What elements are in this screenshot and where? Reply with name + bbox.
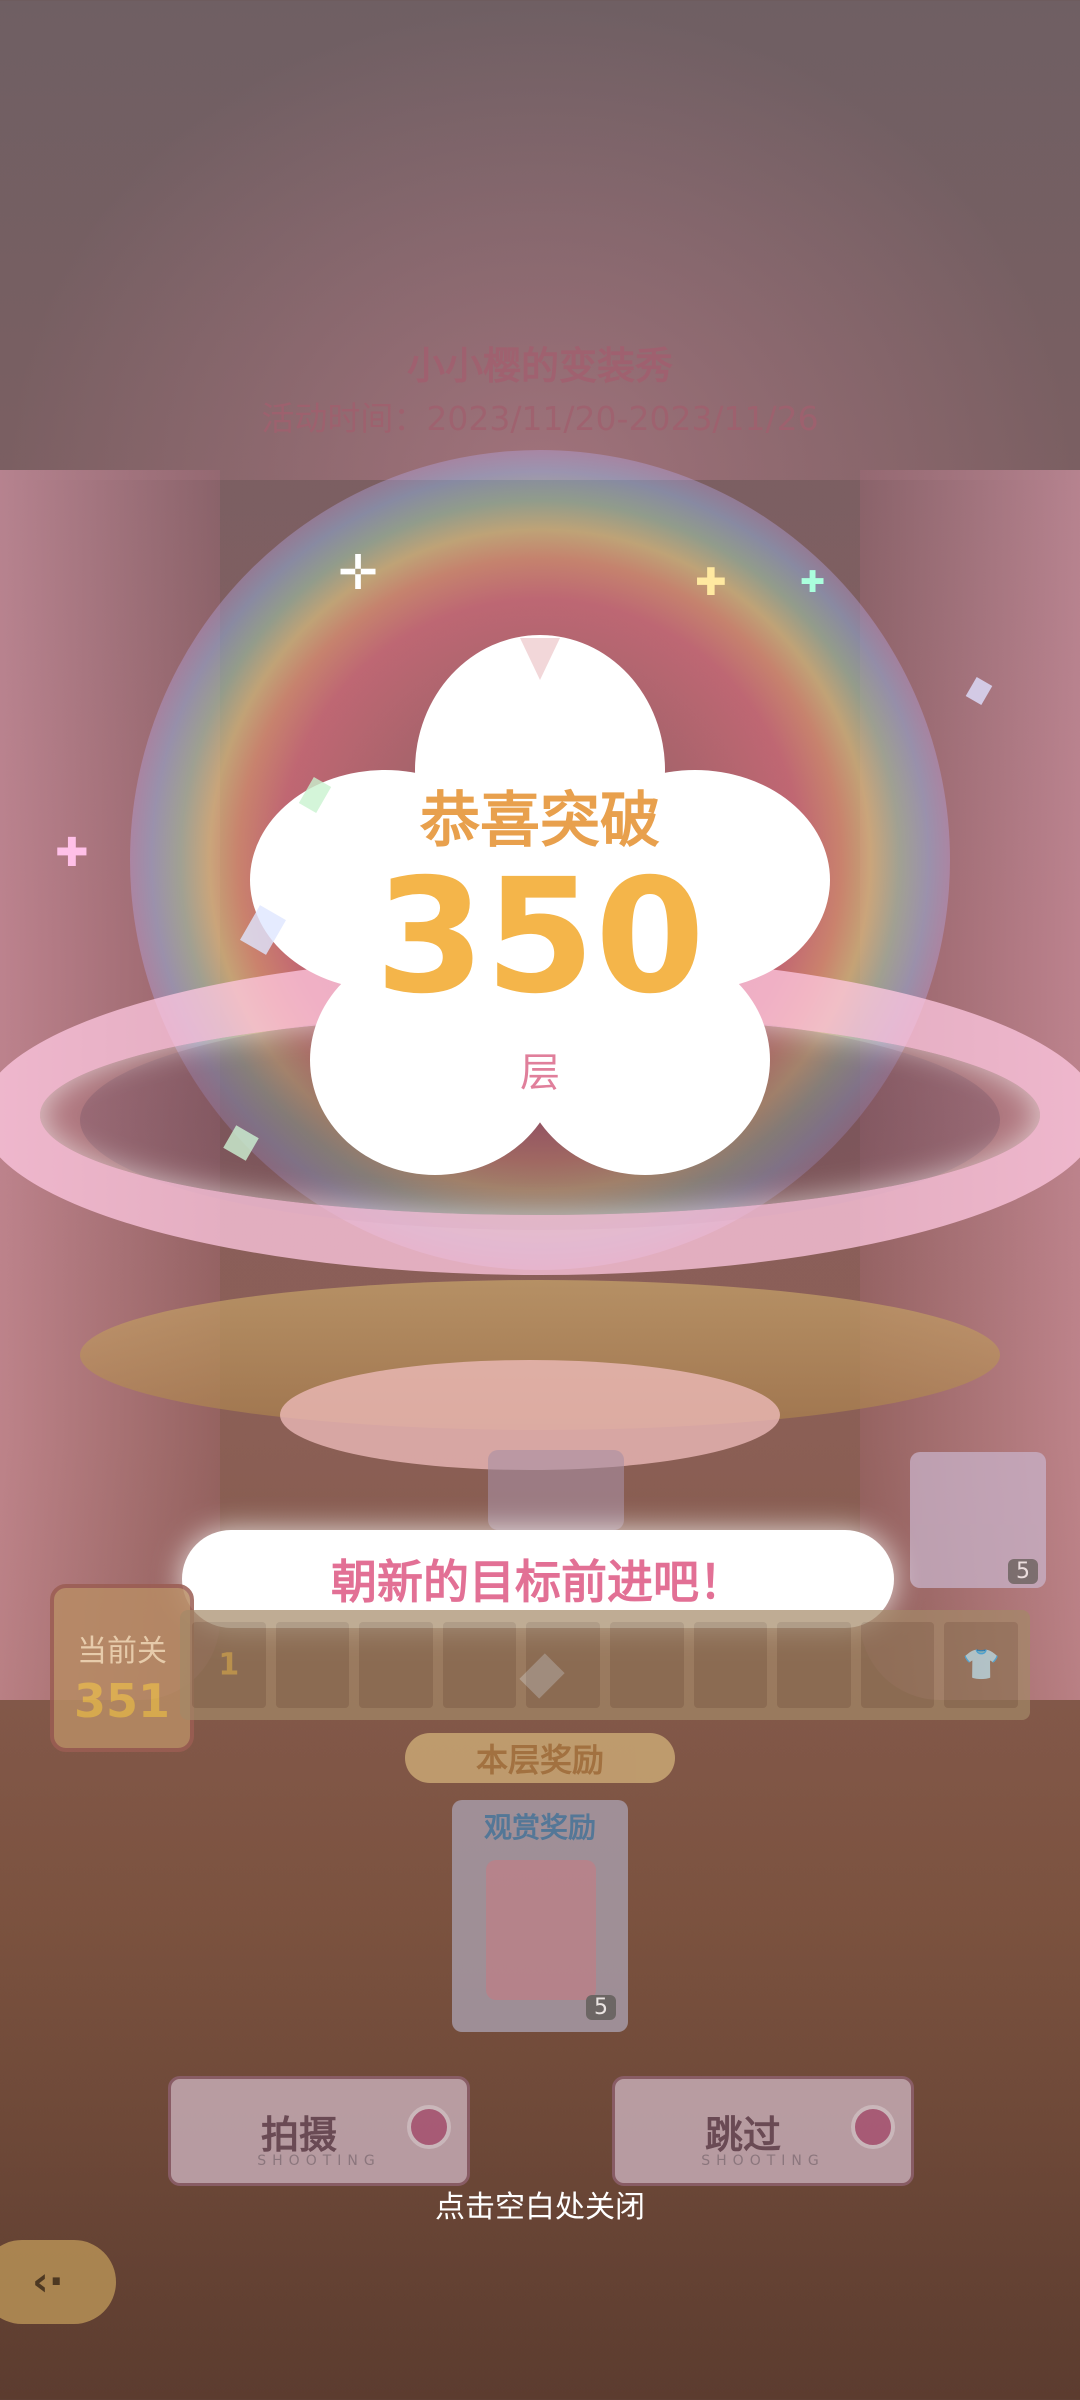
progress-cell bbox=[442, 1622, 517, 1708]
current-level-panel: 当前关 351 bbox=[50, 1584, 194, 1752]
camera-lens-icon bbox=[407, 2105, 451, 2149]
progress-cell bbox=[609, 1622, 684, 1708]
floor-reward-title: 本层奖励 bbox=[475, 1741, 604, 1779]
skip-button-label: 跳过 bbox=[704, 2112, 781, 2157]
sparkle-icon: ✚ bbox=[800, 565, 826, 600]
game-screen[interactable]: 小小樱的变装秀 活动时间：2023/11/20-2023/11/26 恭喜突破 … bbox=[0, 0, 1080, 2400]
current-level-label: 当前关 bbox=[77, 1634, 167, 1669]
banner-text: 朝新的目标前进吧！ bbox=[331, 1555, 745, 1609]
watch-reward-count: 5 bbox=[586, 1995, 616, 2020]
progress-cell bbox=[777, 1622, 851, 1708]
sparkle-icon: ✚ bbox=[55, 830, 89, 876]
reward-card-behind-banner bbox=[488, 1450, 624, 1530]
close-hint: 点击空白处关闭 bbox=[435, 2190, 645, 2225]
progress-cell bbox=[860, 1622, 935, 1708]
progress-cell bbox=[693, 1622, 768, 1708]
progress-cell: 1 bbox=[192, 1622, 266, 1708]
back-arrow-icon: ‹· bbox=[32, 2259, 64, 2305]
event-period: 活动时间：2023/11/20-2023/11/26 bbox=[261, 399, 819, 438]
shoot-button-label: 拍摄 bbox=[260, 2112, 337, 2157]
progress-cell bbox=[359, 1622, 433, 1708]
progress-cell bbox=[275, 1622, 350, 1708]
progress-cell bbox=[526, 1622, 600, 1708]
watch-reward-card[interactable]: 观赏奖励 5 bbox=[452, 1800, 628, 2032]
watch-reward-title: 观赏奖励 bbox=[483, 1811, 596, 1844]
shoot-button-sublabel: SHOOTING bbox=[257, 2153, 381, 2169]
milestone-reward-card[interactable]: 5 bbox=[910, 1452, 1046, 1588]
progress-film-strip: 1 👕 bbox=[180, 1610, 1030, 1720]
floor-reward-label: 本层奖励 bbox=[405, 1733, 675, 1783]
skip-button-sublabel: SHOOTING bbox=[701, 2153, 825, 2169]
sparkle-icon: ✚ bbox=[695, 560, 727, 604]
progress-cell-shirt: 👕 bbox=[944, 1622, 1018, 1708]
camera-lens-icon bbox=[851, 2105, 895, 2149]
gift-bag-icon bbox=[486, 1860, 596, 2000]
sparkle-icon: ✛ bbox=[338, 545, 379, 601]
shirt-icon: 👕 bbox=[962, 1647, 1000, 1683]
event-title: 小小樱的变装秀 bbox=[406, 344, 673, 388]
progress-cell-number: 1 bbox=[218, 1647, 240, 1683]
level-unit: 层 bbox=[520, 1050, 560, 1096]
skip-button[interactable]: 跳过 SHOOTING bbox=[612, 2076, 914, 2186]
shoot-button[interactable]: 拍摄 SHOOTING bbox=[168, 2076, 470, 2186]
reward-count-badge: 5 bbox=[1008, 1559, 1038, 1584]
back-button[interactable]: ‹· bbox=[0, 2240, 116, 2324]
current-level-value: 351 bbox=[73, 1674, 171, 1728]
level-number: 350 bbox=[375, 845, 705, 1029]
